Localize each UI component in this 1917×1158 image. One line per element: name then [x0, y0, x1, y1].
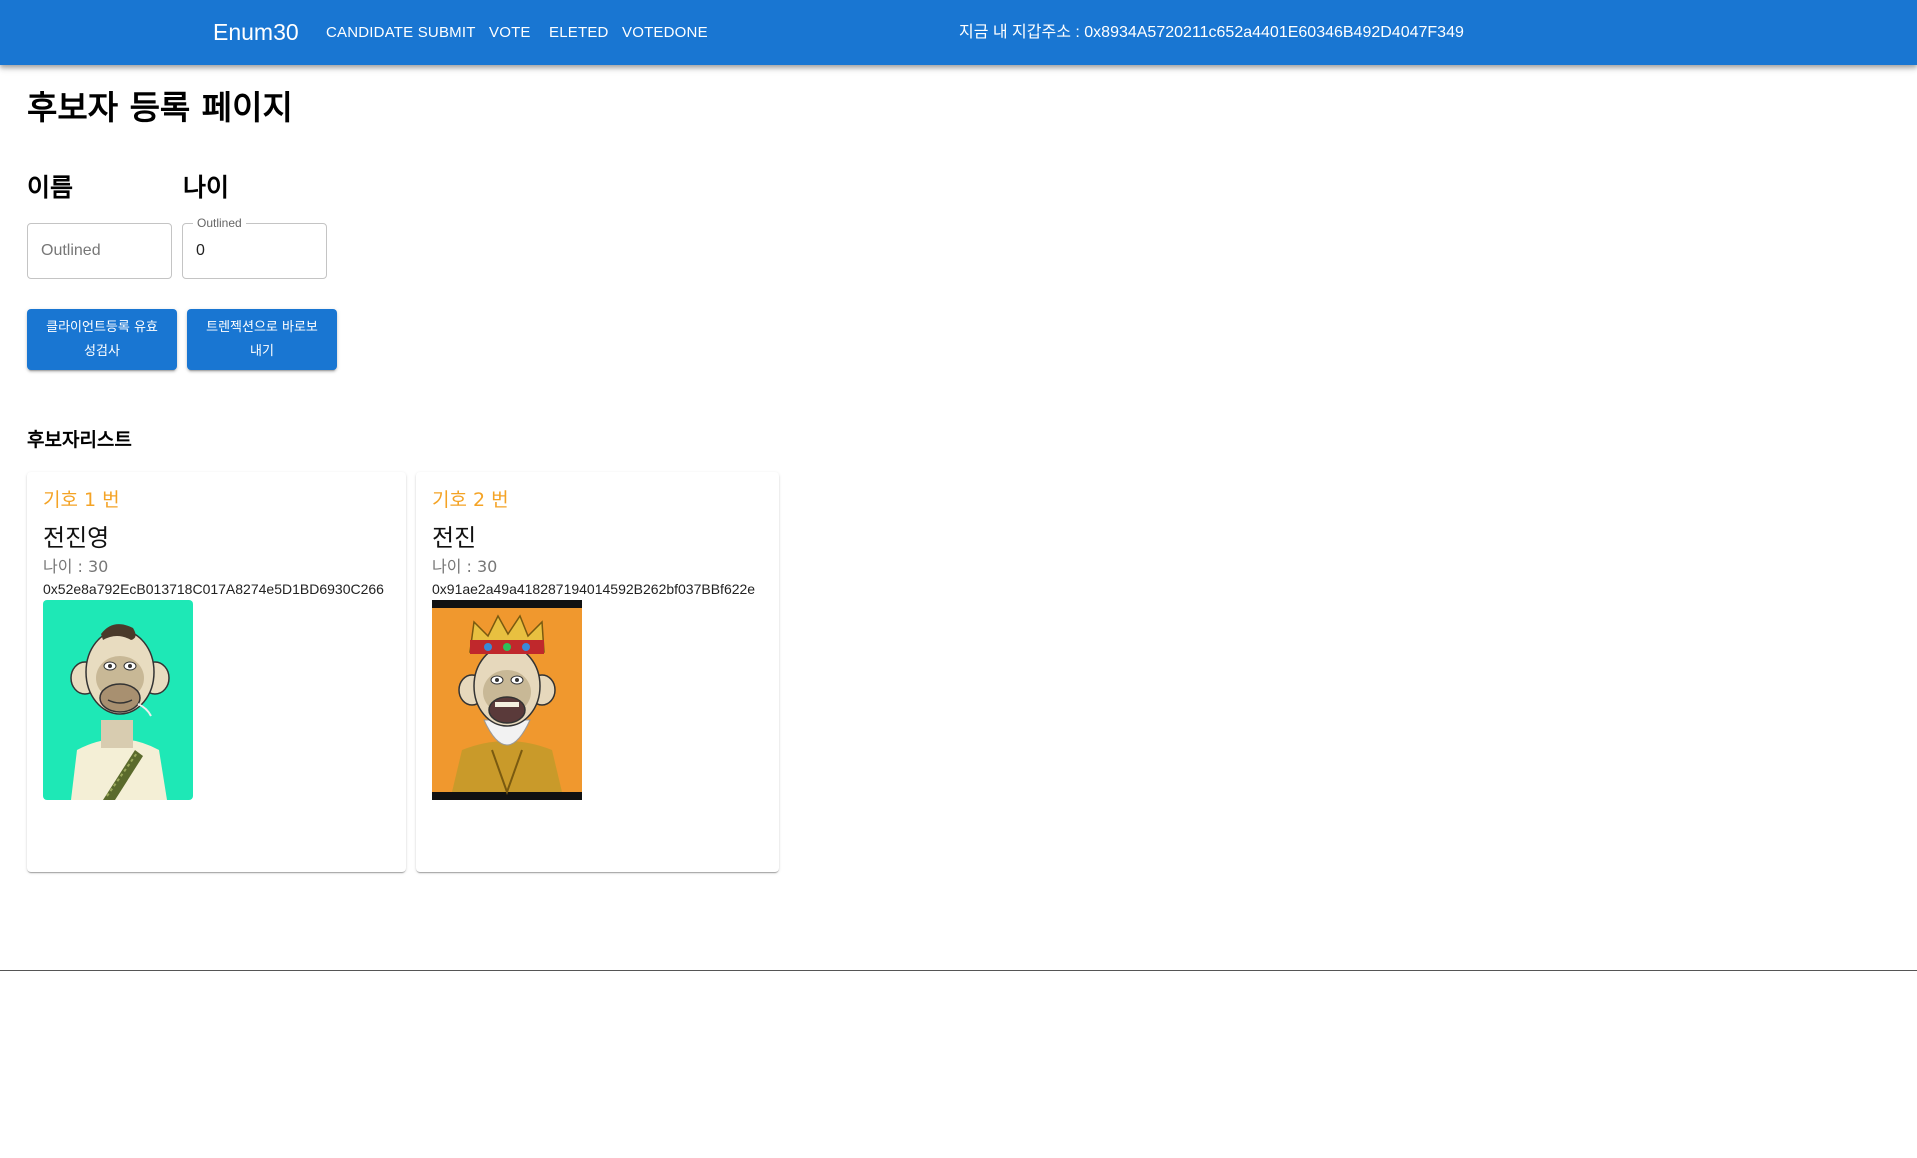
candidate-name: 전진영 [43, 524, 110, 552]
nav-candidate-submit[interactable]: CANDIDATE SUBMIT [326, 21, 476, 45]
candidate-name: 전진 [432, 524, 477, 552]
candidate-card: 기호 2 번 전진 나이 : 30 0x91ae2a49a41828719401… [416, 472, 779, 872]
name-label: 이름 [27, 173, 74, 202]
age-field: Outlined [182, 216, 327, 279]
candidate-number: 기호 2 번 [432, 489, 509, 511]
nav-eleted[interactable]: ELETED [549, 21, 609, 45]
footer-divider [0, 970, 1917, 971]
nav-votedone[interactable]: VOTEDONE [622, 21, 708, 45]
candidate-address: 0x91ae2a49a418287194014592B262bf037BBf62… [432, 581, 756, 597]
candidate-number: 기호 1 번 [43, 489, 120, 511]
crowned-ape-nft-icon [432, 600, 582, 800]
candidate-card: 기호 1 번 전진영 나이 : 30 0x52e8a792EcB013718C0… [27, 472, 406, 872]
age-label: 나이 [183, 173, 230, 202]
green-ape-nft-icon [43, 600, 193, 800]
page-title: 후보자 등록 페이지 [27, 88, 293, 127]
wallet-address: 지금 내 지갑주소 : 0x8934A5720211c652a4401E6034… [959, 24, 1464, 41]
name-field [27, 223, 172, 279]
send-transaction-button[interactable]: 트렌젝션으로 바로보내기 [187, 309, 337, 370]
candidate-address: 0x52e8a792EcB013718C017A8274e5D1BD6930C2… [43, 581, 384, 597]
candidate-age: 나이 : 30 [432, 557, 498, 576]
brand-logo[interactable]: Enum30 [213, 16, 299, 48]
validate-button[interactable]: 클라이언트등록 유효성검사 [27, 309, 177, 370]
candidate-list-title: 후보자리스트 [27, 429, 132, 451]
age-input[interactable] [183, 224, 326, 278]
app-bar: Enum30 CANDIDATE SUBMIT VOTE ELETED VOTE… [0, 0, 1917, 65]
candidate-age: 나이 : 30 [43, 557, 109, 576]
nav-vote[interactable]: VOTE [489, 21, 531, 45]
name-input[interactable] [28, 224, 171, 278]
